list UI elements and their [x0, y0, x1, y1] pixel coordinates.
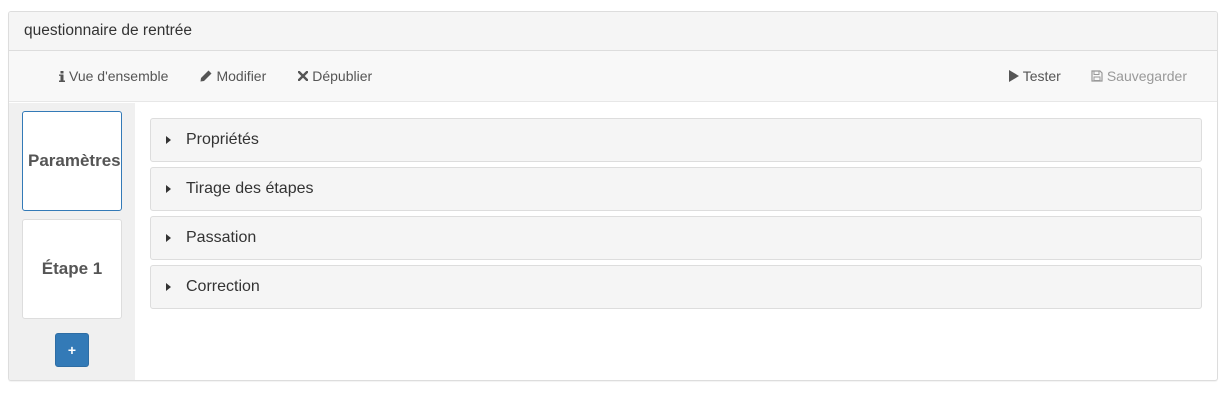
add-step-label: + — [67, 342, 77, 358]
steps-sidebar: Paramètres Étape 1 + — [9, 103, 135, 380]
step-card-label: Étape 1 — [41, 259, 103, 278]
info-icon — [59, 70, 65, 82]
overview-label: Vue d'ensemble — [69, 68, 169, 84]
section-label: Propriétés — [186, 131, 259, 148]
caret-right-icon — [166, 234, 171, 242]
close-icon — [298, 71, 309, 81]
section-label: Correction — [186, 278, 260, 295]
overview-button[interactable]: Vue d'ensemble — [49, 62, 178, 90]
step-card-parametres[interactable]: Paramètres — [22, 111, 122, 211]
step-card-label: Paramètres — [28, 151, 121, 170]
panel-header: questionnaire de rentrée — [9, 12, 1217, 51]
step-card-etape-1[interactable]: Étape 1 — [22, 219, 122, 319]
toolbar: Vue d'ensemble Modifier Dépublier Tester… — [9, 51, 1217, 102]
add-step-button[interactable]: + — [55, 333, 89, 367]
pencil-icon — [200, 70, 212, 82]
unpublish-button[interactable]: Dépublier — [288, 62, 382, 90]
edit-label: Modifier — [216, 68, 267, 84]
unpublish-label: Dépublier — [312, 68, 373, 84]
toolbar-right-group: Tester Sauvegarder — [989, 62, 1197, 90]
save-label: Sauvegarder — [1106, 68, 1187, 84]
section-label: Passation — [186, 229, 257, 246]
section-label: Tirage des étapes — [186, 180, 314, 197]
edit-button[interactable]: Modifier — [190, 62, 276, 90]
editor-body: Paramètres Étape 1 + Propriétés Tirage d… — [9, 103, 1217, 380]
panel-title: questionnaire de rentrée — [24, 22, 193, 39]
questionnaire-panel: questionnaire de rentrée Vue d'ensemble … — [8, 11, 1218, 381]
save-button[interactable]: Sauvegarder — [1081, 62, 1197, 90]
section-tirage-des-etapes[interactable]: Tirage des étapes — [150, 167, 1202, 211]
sections-area: Propriétés Tirage des étapes Passation C… — [135, 103, 1217, 380]
caret-right-icon — [166, 136, 171, 144]
caret-right-icon — [166, 185, 171, 193]
test-button[interactable]: Tester — [999, 62, 1071, 90]
section-passation[interactable]: Passation — [150, 216, 1202, 260]
toolbar-left-group: Vue d'ensemble Modifier Dépublier — [49, 62, 394, 90]
play-icon — [1008, 70, 1019, 82]
section-correction[interactable]: Correction — [150, 265, 1202, 309]
section-proprietes[interactable]: Propriétés — [150, 118, 1202, 162]
test-label: Tester — [1022, 68, 1061, 84]
caret-right-icon — [166, 283, 171, 291]
floppy-disk-icon — [1091, 70, 1103, 82]
